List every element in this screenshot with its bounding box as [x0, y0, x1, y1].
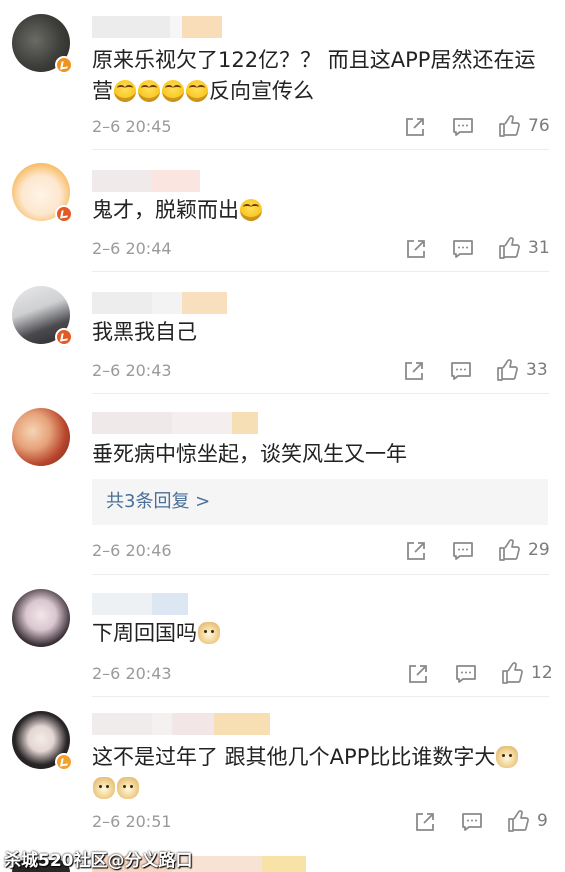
- like-count: 9: [537, 811, 548, 831]
- like-count: 76: [528, 116, 550, 136]
- doge-emoji-icon: [198, 622, 220, 644]
- avatar[interactable]: [12, 408, 70, 466]
- repost-icon: [405, 362, 423, 380]
- comment-text: 鬼才，脱颖而出: [92, 195, 552, 226]
- doge-emoji-icon: [496, 746, 519, 768]
- laugh-emoji-icon: [186, 80, 208, 102]
- comment-time: 2–6 20:43: [92, 664, 172, 683]
- comment-text: 原来乐视欠了122亿？？ 而且这APP居然还在运营 反向宣传么: [92, 48, 536, 103]
- like-icon: [499, 237, 520, 259]
- comment-text: 我黑我自己: [92, 320, 197, 344]
- repost-icon: [409, 665, 427, 683]
- repost-button[interactable]: [405, 238, 427, 260]
- repost-button[interactable]: [407, 663, 429, 685]
- comment-button[interactable]: [452, 116, 474, 138]
- like-button[interactable]: 9: [507, 810, 548, 832]
- username-blurred[interactable]: [92, 412, 258, 434]
- comment-text: 这不是过年了 跟其他几个APP比比谁数字大: [92, 742, 552, 804]
- repost-icon: [416, 813, 434, 831]
- comment-icon: [453, 542, 473, 560]
- like-count: 33: [526, 360, 548, 380]
- verified-badge-icon: [55, 328, 73, 346]
- view-replies-link[interactable]: 共3条回复 >: [92, 479, 548, 525]
- comment-1: 原来乐视欠了122亿？？ 而且这APP居然还在运营 反向宣传么 2–6 20:45…: [0, 0, 565, 150]
- like-icon: [508, 810, 529, 832]
- verified-badge-icon: [55, 56, 73, 74]
- repost-button[interactable]: [414, 811, 436, 833]
- laugh-emoji-icon: [240, 199, 262, 221]
- avatar[interactable]: [12, 286, 73, 346]
- comment-time: 2–6 20:43: [92, 361, 172, 380]
- comment-5: 下周回国吗 2–6 20:43 12: [0, 575, 565, 697]
- username-blurred[interactable]: [92, 170, 200, 192]
- laugh-emoji-icon: [162, 80, 184, 102]
- comment-icon: [453, 240, 473, 258]
- comment-3: 我黑我自己 2–6 20:43 33: [0, 272, 565, 394]
- repost-button[interactable]: [403, 360, 425, 382]
- like-icon: [499, 115, 520, 137]
- comment-button[interactable]: [455, 663, 477, 685]
- comment-text: 垂死病中惊坐起，谈笑风生又一年: [92, 442, 407, 466]
- verified-badge-icon: [55, 205, 73, 223]
- like-button[interactable]: 31: [498, 237, 550, 259]
- like-icon: [499, 539, 520, 561]
- comment-time: 2–6 20:45: [92, 117, 172, 136]
- laugh-emoji-icon: [138, 80, 160, 102]
- verified-badge-icon: [55, 753, 73, 771]
- like-count: 12: [531, 663, 553, 683]
- comment-text: 下周回国吗: [92, 618, 552, 649]
- like-icon: [502, 662, 523, 684]
- comment-2: 鬼才，脱颖而出 2–6 20:44 31: [0, 150, 565, 272]
- avatar[interactable]: [12, 711, 73, 771]
- like-button[interactable]: 33: [496, 359, 548, 381]
- repost-button[interactable]: [404, 116, 426, 138]
- comment-4: 垂死病中惊坐起，谈笑风生又一年 共3条回复 > 2–6 20:46 29: [0, 394, 565, 586]
- comment-icon: [453, 118, 473, 136]
- username-blurred[interactable]: [92, 16, 222, 38]
- repost-icon: [407, 542, 425, 560]
- like-count: 31: [528, 238, 550, 258]
- comment-time: 2–6 20:46: [92, 541, 172, 560]
- comment-button[interactable]: [461, 811, 483, 833]
- like-button[interactable]: 12: [501, 662, 553, 684]
- like-button[interactable]: 76: [498, 115, 550, 137]
- comment-button[interactable]: [452, 238, 474, 260]
- comment-time: 2–6 20:51: [92, 812, 172, 831]
- username-blurred[interactable]: [92, 713, 270, 735]
- watermark: 杀城520社区@分义路口: [4, 851, 193, 871]
- doge-emoji-icon: [93, 777, 115, 799]
- repost-icon: [406, 118, 424, 136]
- like-icon: [497, 359, 518, 381]
- laugh-emoji-icon: [114, 80, 136, 102]
- comment-icon: [462, 813, 482, 831]
- avatar[interactable]: [12, 14, 73, 74]
- comment-button[interactable]: [452, 540, 474, 562]
- repost-icon: [407, 240, 425, 258]
- like-button[interactable]: 29: [498, 539, 550, 561]
- avatar[interactable]: [12, 589, 70, 647]
- comment-icon: [451, 362, 471, 380]
- doge-emoji-icon: [117, 777, 139, 799]
- comment-icon: [456, 665, 476, 683]
- repost-button[interactable]: [405, 540, 427, 562]
- username-blurred[interactable]: [92, 593, 188, 615]
- comment-button[interactable]: [450, 360, 472, 382]
- comment-6: 这不是过年了 跟其他几个APP比比谁数字大 2–6 20:51 9: [0, 697, 565, 847]
- avatar[interactable]: [12, 163, 73, 223]
- comment-time: 2–6 20:44: [92, 239, 172, 258]
- username-blurred[interactable]: [92, 292, 227, 314]
- like-count: 29: [528, 540, 550, 560]
